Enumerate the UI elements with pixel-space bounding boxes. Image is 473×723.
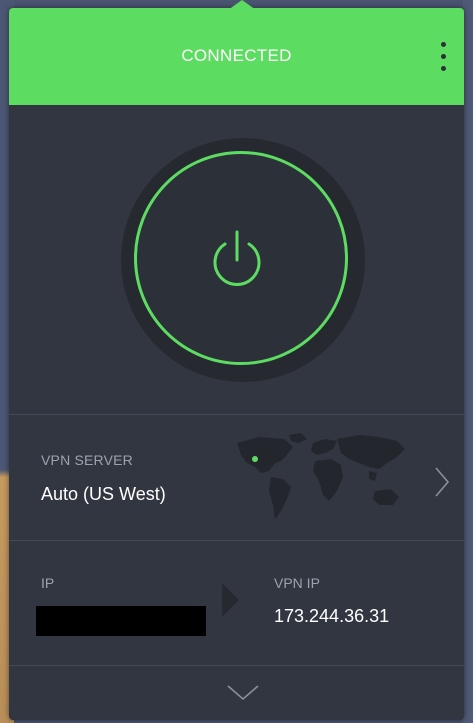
ip-value-redacted — [36, 606, 206, 636]
status-header: CONNECTED — [9, 8, 464, 105]
vpn-server-label: VPN SERVER — [41, 452, 133, 468]
chevron-down-icon[interactable] — [226, 684, 260, 702]
vpn-popup-window: CONNECTED VPN SERVER Auto (US West) IP V… — [9, 8, 464, 720]
divider — [9, 540, 464, 541]
arrow-icon — [222, 583, 239, 617]
world-map-icon — [237, 433, 405, 519]
divider — [9, 414, 464, 415]
ip-label: IP — [41, 575, 55, 591]
power-icon — [213, 230, 261, 286]
popup-anchor-notch — [228, 0, 256, 10]
desktop-background-right — [463, 0, 473, 723]
more-vertical-icon[interactable] — [436, 40, 450, 76]
vpn-ip-value: 173.244.36.31 — [274, 606, 390, 626]
connection-status: CONNECTED — [181, 46, 292, 65]
divider — [9, 665, 464, 666]
vpn-ip-label: VPN IP — [274, 575, 320, 591]
vpn-server-value: Auto (US West) — [41, 484, 166, 504]
chevron-right-icon[interactable] — [434, 466, 450, 498]
